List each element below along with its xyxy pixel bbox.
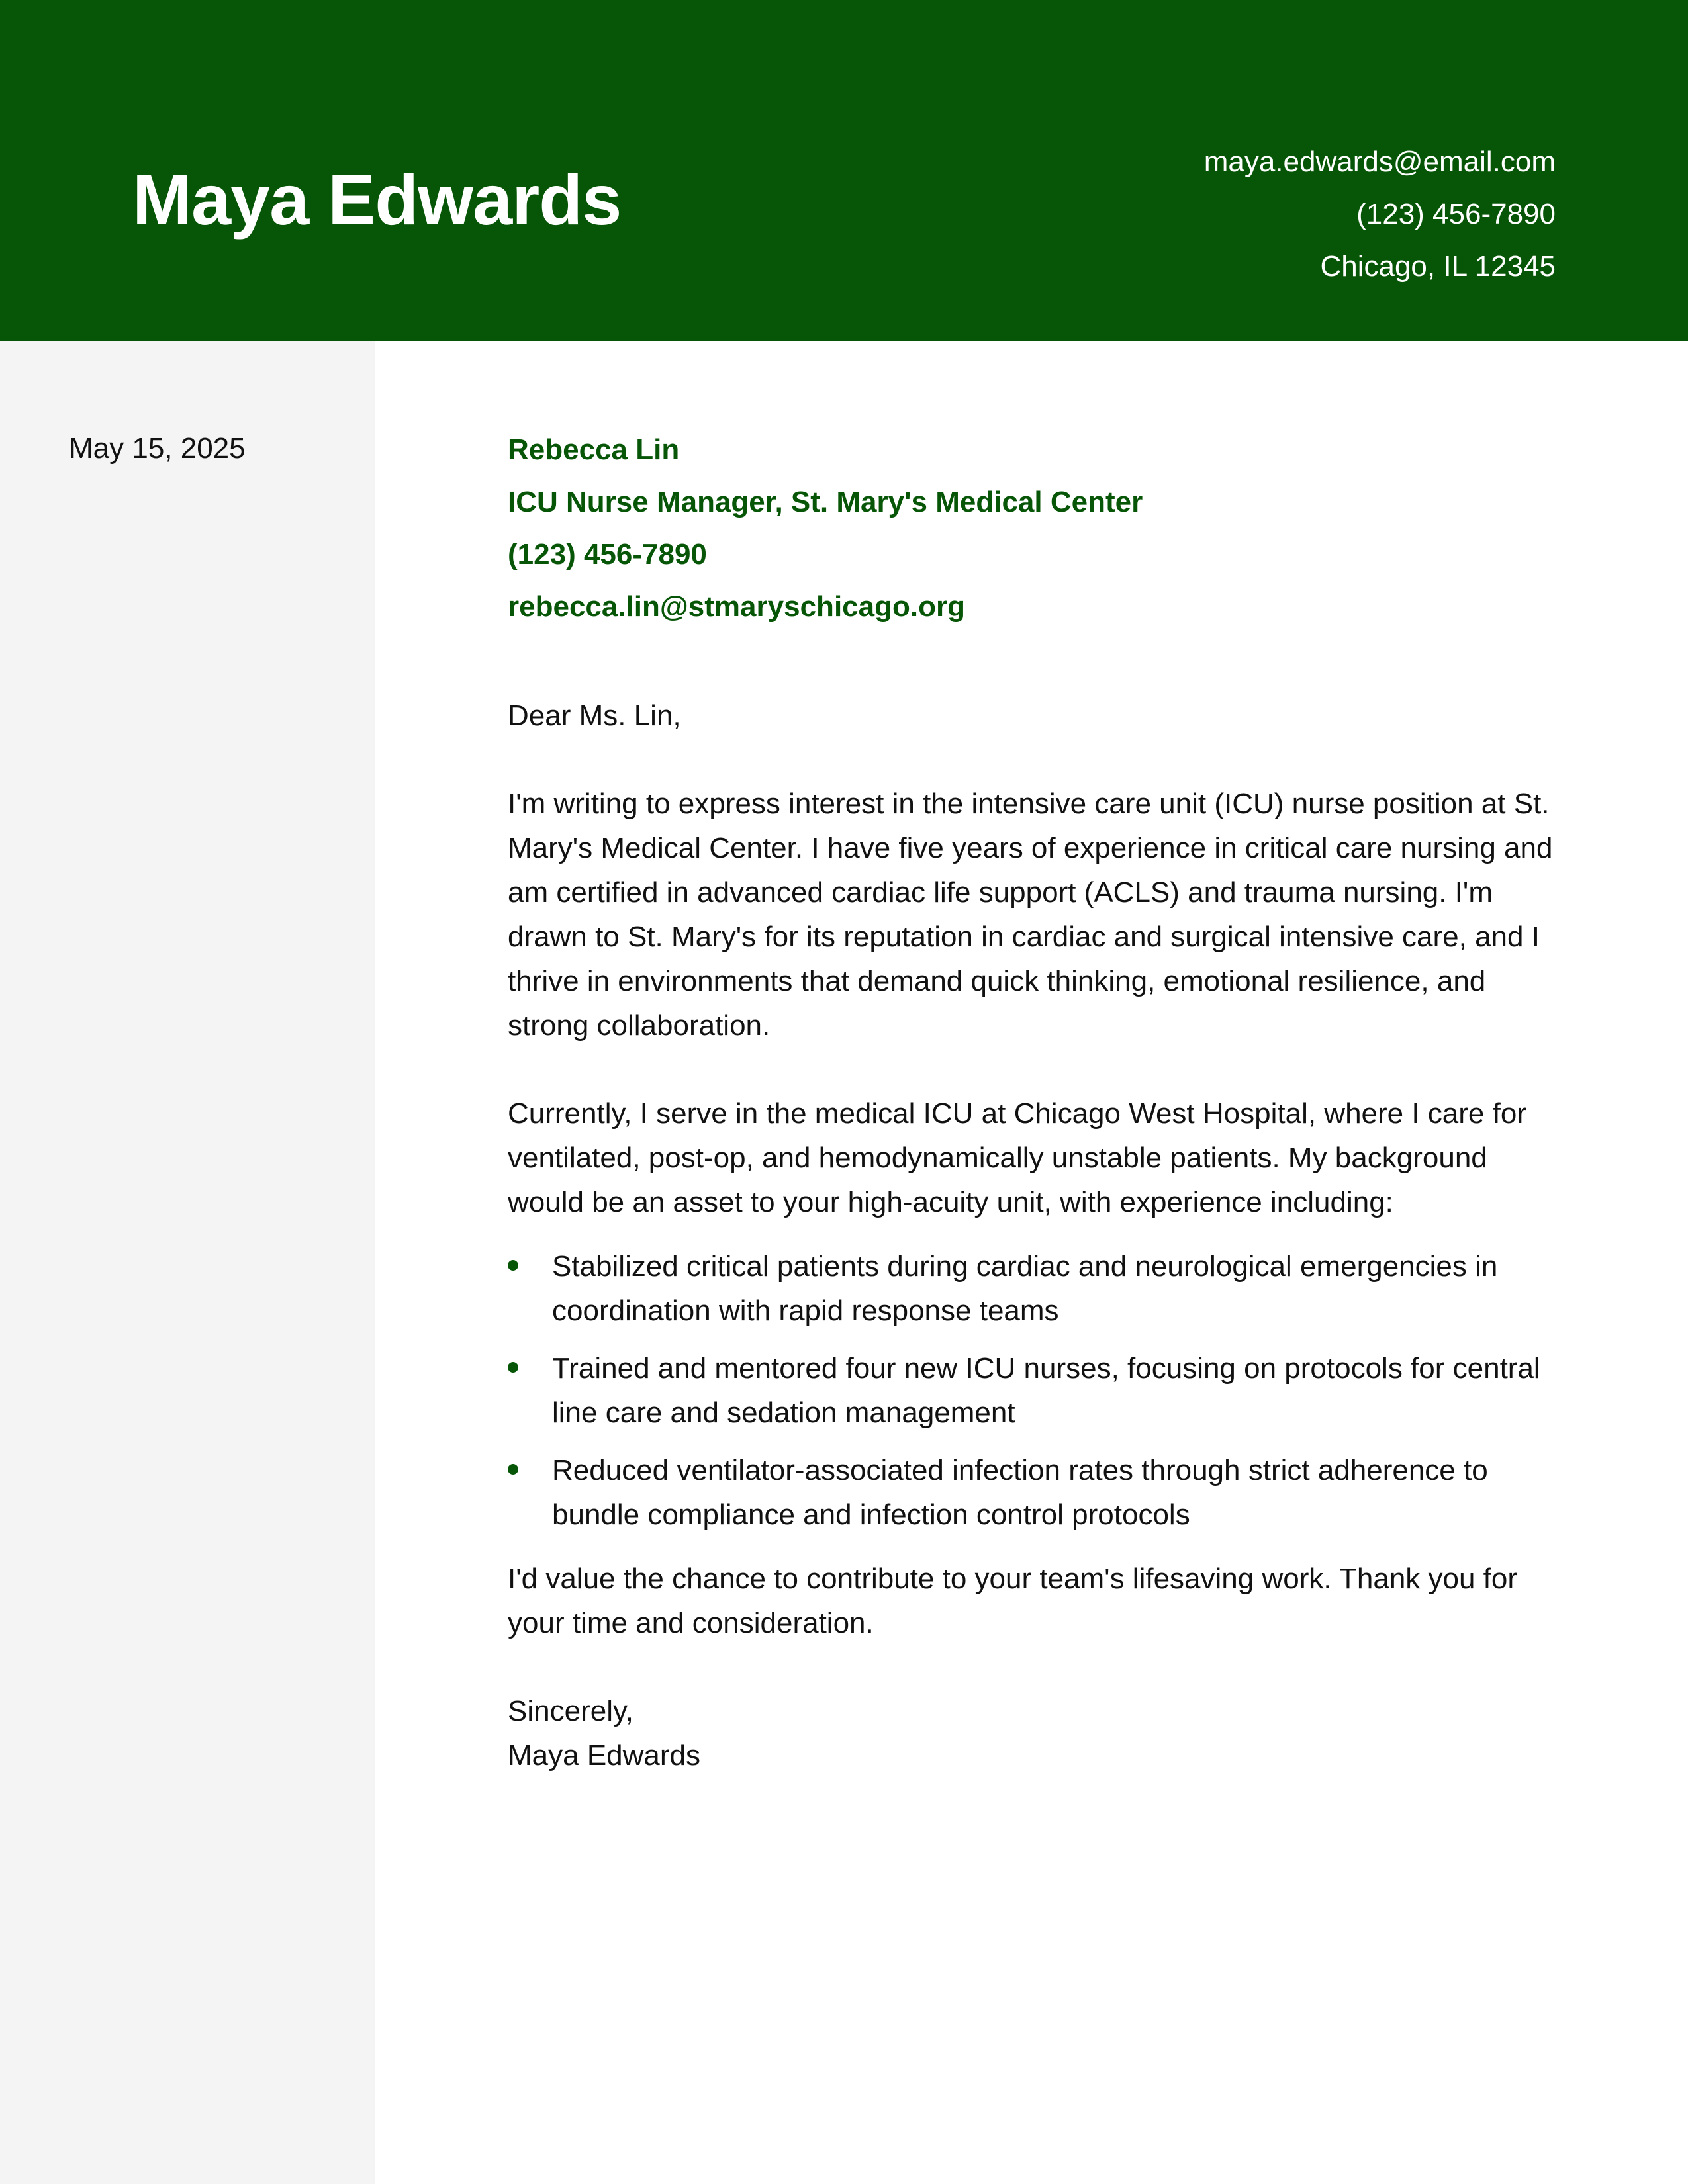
paragraph-experience: Currently, I serve in the medical ICU at…: [508, 1097, 1526, 1218]
recipient-name: Rebecca Lin: [508, 433, 680, 466]
letter-body: Dear Ms. Lin, I'm writing to express int…: [508, 694, 1560, 1778]
list-item: Trained and mentored four new ICU nurses…: [508, 1346, 1560, 1435]
contact-phone: (123) 456-7890: [1356, 198, 1556, 230]
recipient-title: ICU Nurse Manager, St. Mary's Medical Ce…: [508, 486, 1143, 518]
bullet-dot-icon: [508, 1260, 518, 1271]
list-item-text: Trained and mentored four new ICU nurses…: [552, 1352, 1540, 1429]
letter-date: May 15, 2025: [69, 432, 246, 465]
header-banner: Maya Edwards maya.edwards@email.com (123…: [0, 0, 1688, 341]
paragraph-intro: I'm writing to express interest in the i…: [508, 788, 1553, 1042]
list-item-text: Stabilized critical patients during card…: [552, 1250, 1498, 1327]
signoff-block: Sincerely, Maya Edwards: [508, 1689, 1560, 1778]
sidebar: [0, 341, 375, 2184]
experience-list: Stabilized critical patients during card…: [508, 1244, 1560, 1537]
applicant-name: Maya Edwards: [132, 159, 622, 240]
greeting: Dear Ms. Lin,: [508, 700, 681, 732]
paragraph-closing: I'd value the chance to contribute to yo…: [508, 1563, 1518, 1639]
signature-name: Maya Edwards: [508, 1739, 701, 1772]
contact-info: maya.edwards@email.com (123) 456-7890 Ch…: [1204, 136, 1556, 293]
list-item-text: Reduced ventilator-associated infection …: [552, 1454, 1488, 1531]
bullet-dot-icon: [508, 1362, 518, 1373]
recipient-email: rebecca.lin@stmaryschicago.org: [508, 590, 965, 623]
contact-email: maya.edwards@email.com: [1203, 146, 1556, 178]
signoff: Sincerely,: [508, 1695, 633, 1727]
contact-location: Chicago, IL 12345: [1320, 250, 1556, 283]
recipient-block: Rebecca Lin ICU Nurse Manager, St. Mary'…: [508, 424, 1143, 633]
bullet-dot-icon: [508, 1464, 518, 1475]
list-item: Reduced ventilator-associated infection …: [508, 1448, 1560, 1537]
list-item: Stabilized critical patients during card…: [508, 1244, 1560, 1333]
recipient-phone: (123) 456-7890: [508, 538, 707, 570]
